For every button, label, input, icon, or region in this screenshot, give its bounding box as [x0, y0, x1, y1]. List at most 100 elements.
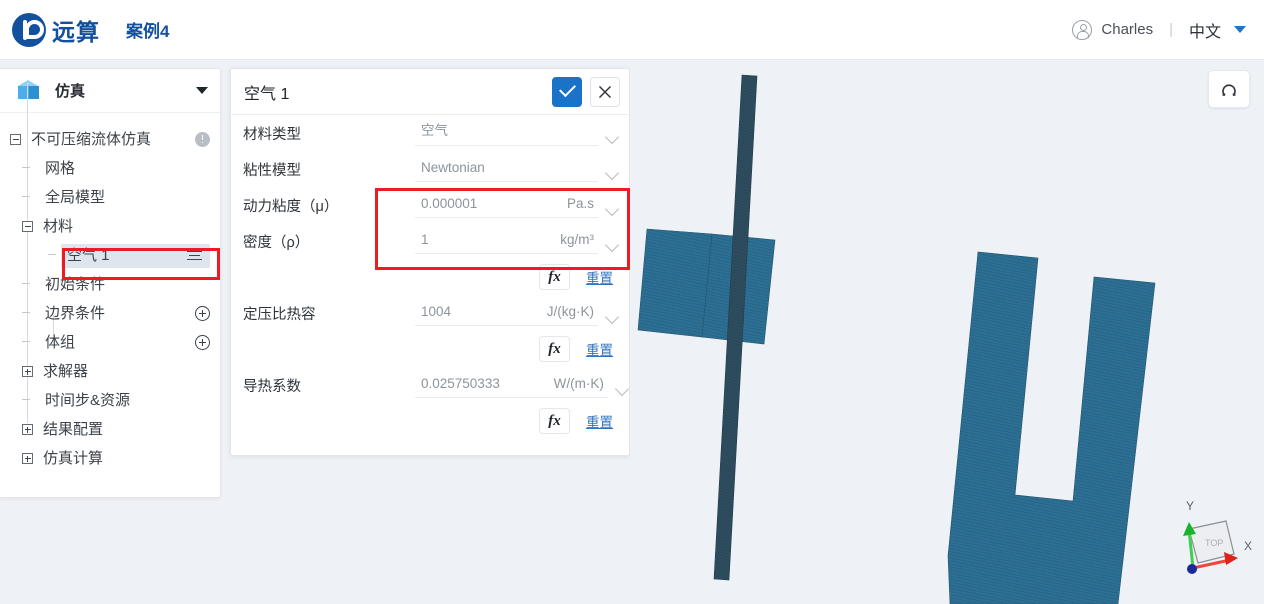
tree-item-initial-conditions[interactable]: 初始条件 — [0, 270, 220, 299]
company-logo-icon — [12, 12, 46, 47]
mesh-lower-block — [947, 251, 1156, 604]
thermal-conductivity-input[interactable]: 0.025750333 — [415, 372, 500, 398]
density-input[interactable]: 1 — [415, 228, 510, 254]
chevron-down-icon[interactable] — [604, 237, 620, 253]
tree-item-incompressible-flow[interactable]: 不可压缩流体仿真 — [0, 125, 220, 154]
material-property-panel: 空气 1 材料类型 空气 粘性模型 Newtonian 动力粘度（μ） 0.00… — [230, 68, 630, 456]
tree-branch-icon — [22, 308, 33, 319]
brand-logo[interactable]: 远算 — [12, 12, 100, 47]
thermal-conductivity-unit[interactable]: W/(m·K) — [499, 372, 608, 398]
field-material-type: 材料类型 空气 — [243, 115, 620, 151]
specific-heat-input[interactable]: 1004 — [415, 300, 490, 326]
chevron-down-icon[interactable] — [1234, 26, 1246, 33]
field-viscosity-model: 粘性模型 Newtonian — [243, 151, 620, 187]
tree-item-label: 仿真计算 — [43, 450, 104, 467]
tree-item-label: 体组 — [45, 334, 76, 351]
tree-item-label: 不可压缩流体仿真 — [31, 131, 152, 148]
density-reset-link[interactable]: 重置 — [586, 267, 613, 287]
tree-branch-icon — [48, 250, 59, 261]
material-type-value[interactable]: 空气 — [415, 120, 510, 146]
user-name[interactable]: Charles — [1101, 21, 1153, 38]
tree-branch-icon — [22, 337, 33, 348]
warning-icon[interactable] — [195, 132, 210, 147]
collapse-minus-icon[interactable] — [10, 134, 21, 145]
thermal-conductivity-reset-link[interactable]: 重置 — [586, 411, 613, 431]
tree-branch-icon — [22, 279, 33, 290]
tree-item-solver[interactable]: 求解器 — [0, 357, 220, 386]
collapse-minus-icon[interactable] — [22, 221, 33, 232]
reset-view-button[interactable] — [1208, 70, 1250, 108]
tree-item-label: 空气 1 — [67, 247, 110, 264]
cancel-button[interactable] — [590, 76, 620, 107]
tree-branch-icon — [22, 163, 33, 174]
chevron-down-icon[interactable] — [604, 309, 620, 325]
tree-item-simulation-run[interactable]: 仿真计算 — [0, 444, 220, 473]
simulation-tree: 不可压缩流体仿真 网格 全局模型 材料 空气 1 初始条件 边界条件 体组 求解… — [0, 83, 220, 473]
tree-item-label: 网格 — [45, 160, 76, 177]
field-dynamic-viscosity: 动力粘度（μ） 0.000001 Pa.s — [243, 187, 620, 223]
tree-item-label: 边界条件 — [45, 305, 106, 322]
thermal-conductivity-formula-button[interactable]: fx — [539, 408, 570, 434]
top-bar: 远算 案例4 Charles | 中文 — [0, 0, 1264, 60]
chevron-down-icon[interactable] — [604, 129, 620, 145]
topbar-divider: | — [1169, 21, 1173, 38]
tree-item-air-1[interactable]: 空气 1 — [0, 241, 220, 270]
field-label: 粘性模型 — [243, 162, 301, 179]
tree-item-boundary-conditions[interactable]: 边界条件 — [0, 299, 220, 328]
density-unit[interactable]: kg/m³ — [510, 228, 598, 254]
specific-heat-actions: fx 重置 — [243, 331, 617, 367]
material-type-unit — [510, 120, 598, 146]
language-label[interactable]: 中文 — [1189, 18, 1221, 42]
tree-item-material[interactable]: 材料 — [0, 212, 220, 241]
tree-item-label: 时间步&资源 — [45, 392, 131, 409]
check-icon — [558, 80, 576, 98]
expand-plus-icon[interactable] — [22, 424, 33, 435]
tree-item-label: 结果配置 — [43, 421, 104, 438]
specific-heat-reset-link[interactable]: 重置 — [586, 339, 613, 359]
dynamic-viscosity-unit[interactable]: Pa.s — [510, 192, 598, 218]
specific-heat-unit[interactable]: J/(kg·K) — [490, 300, 598, 326]
top-bar-right: Charles | 中文 — [1072, 18, 1246, 42]
tree-item-selected-chip[interactable]: 空气 1 — [61, 243, 210, 268]
gizmo-origin-marker[interactable] — [1187, 564, 1197, 574]
mesh-upper-plate — [637, 228, 776, 345]
tree-item-timestep-resources[interactable]: 时间步&资源 — [0, 386, 220, 415]
density-formula-button[interactable]: fx — [539, 264, 570, 290]
brand-name: 远算 — [52, 18, 100, 45]
expand-plus-icon[interactable] — [22, 453, 33, 464]
field-thermal-conductivity: 导热系数 0.025750333 W/(m·K) — [243, 367, 629, 403]
axis-orientation-gizmo[interactable]: Y X TOP — [1158, 484, 1264, 604]
tree-item-result-config[interactable]: 结果配置 — [0, 415, 220, 444]
confirm-button[interactable] — [552, 76, 582, 107]
panel-body: 材料类型 空气 粘性模型 Newtonian 动力粘度（μ） 0.000001 … — [231, 115, 629, 439]
sidebar: 仿真 不可压缩流体仿真 网格 全局模型 材料 空气 1 初始条件 边界条件 体组… — [0, 68, 221, 498]
viscosity-model-value[interactable]: Newtonian — [415, 156, 510, 182]
field-label: 导热系数 — [243, 378, 301, 395]
tree-item-volume-group[interactable]: 体组 — [0, 328, 220, 357]
add-volume-group-icon[interactable] — [195, 335, 210, 350]
specific-heat-formula-button[interactable]: fx — [539, 336, 570, 362]
chevron-down-icon[interactable] — [196, 87, 208, 94]
case-name[interactable]: 案例4 — [126, 17, 169, 42]
list-menu-icon[interactable] — [187, 250, 202, 262]
field-specific-heat: 定压比热容 1004 J/(kg·K) — [243, 295, 620, 331]
add-boundary-condition-icon[interactable] — [195, 306, 210, 321]
tree-item-label: 求解器 — [43, 363, 89, 380]
chevron-down-icon[interactable] — [604, 201, 620, 217]
3d-viewport[interactable]: Y X TOP — [630, 60, 1264, 604]
axis-label-y: Y — [1186, 499, 1194, 513]
field-label: 材料类型 — [243, 126, 301, 143]
thermal-conductivity-actions: fx 重置 — [243, 403, 617, 439]
expand-plus-icon[interactable] — [22, 366, 33, 377]
tree-item-global-model[interactable]: 全局模型 — [0, 183, 220, 212]
dynamic-viscosity-input[interactable]: 0.000001 — [415, 192, 510, 218]
viscosity-model-unit — [510, 156, 598, 182]
tree-item-label: 全局模型 — [45, 189, 106, 206]
sidebar-header[interactable]: 仿真 — [0, 69, 220, 113]
chevron-down-icon[interactable] — [614, 381, 629, 397]
tree-item-mesh[interactable]: 网格 — [0, 154, 220, 183]
axis-label-x: X — [1244, 539, 1252, 553]
panel-title: 空气 1 — [244, 85, 290, 103]
tree-item-label: 材料 — [43, 218, 74, 235]
chevron-down-icon[interactable] — [604, 165, 620, 181]
